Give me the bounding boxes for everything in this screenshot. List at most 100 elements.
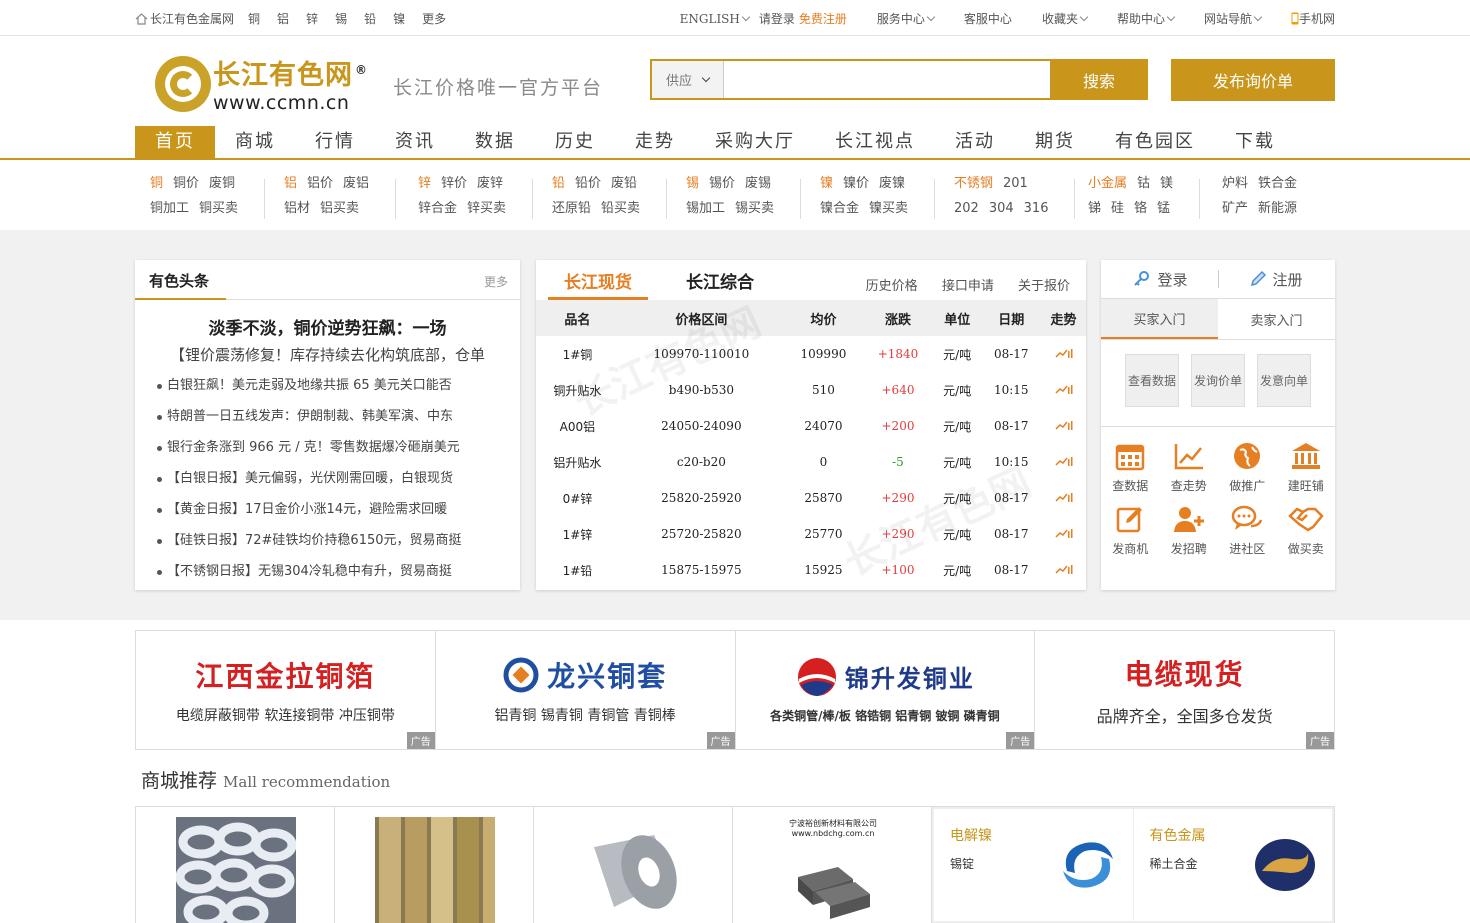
news-item[interactable]: 银行金条涨到 966 元 / 克！零售数据爆冷砸崩美元: [135, 432, 520, 463]
nav-data[interactable]: 数据: [455, 126, 535, 158]
metal-link[interactable]: 镍合金: [820, 201, 859, 216]
metal-link[interactable]: 铅买卖: [601, 201, 640, 216]
nav-futures[interactable]: 期货: [1015, 126, 1095, 158]
trend-chart-link[interactable]: [1041, 444, 1086, 480]
topbar-metal-lead[interactable]: 铅: [364, 10, 376, 27]
metal-link[interactable]: 铜加工: [150, 201, 189, 216]
register-button[interactable]: 注册: [1249, 269, 1303, 290]
tab-changjiang-spot[interactable]: 长江现货: [564, 268, 632, 293]
metal-link[interactable]: 304: [989, 201, 1014, 216]
check-data-shortcut[interactable]: 查数据: [1101, 441, 1160, 494]
login-button[interactable]: 登录: [1133, 269, 1188, 290]
metal-link[interactable]: 铝: [284, 176, 297, 191]
metal-link[interactable]: 铝买卖: [320, 201, 359, 216]
metal-link[interactable]: 铬: [1134, 201, 1147, 216]
metal-link[interactable]: 废锌: [477, 176, 503, 191]
post-job-shortcut[interactable]: 发招聘: [1160, 504, 1219, 557]
news-item[interactable]: 白银狂飙！美元走弱及地缘共振 65 美元关口能否: [135, 370, 520, 401]
history-price-link[interactable]: 历史价格: [866, 279, 918, 294]
metal-link[interactable]: 废铝: [343, 176, 369, 191]
tab-buyer-intro[interactable]: 买家入门: [1101, 299, 1218, 339]
metal-link[interactable]: 小金属: [1088, 176, 1127, 191]
news-item[interactable]: 【黄金日报】17日金价小涨14元，避险需求回暖: [135, 494, 520, 525]
register-link[interactable]: 免费注册: [799, 10, 847, 27]
metal-link[interactable]: 镍买卖: [869, 201, 908, 216]
topbar-metal-copper[interactable]: 铜: [248, 10, 260, 27]
trade-shortcut[interactable]: 做买卖: [1277, 504, 1336, 557]
metal-link[interactable]: 矿产: [1222, 201, 1248, 216]
site-logo[interactable]: 长江有色网 ® www.ccmn.cn: [155, 54, 368, 114]
topbar-metal-nickel[interactable]: 镍: [393, 10, 405, 27]
customer-service-link[interactable]: 客服中心: [964, 10, 1012, 27]
nav-purchase-hall[interactable]: 采购大厅: [695, 126, 815, 158]
news-item[interactable]: 特朗普一日五线发声：伊朗制裁、韩美军演、中东: [135, 401, 520, 432]
service-center-link[interactable]: 服务中心: [877, 10, 936, 27]
trend-chart-link[interactable]: [1041, 552, 1086, 588]
metal-link[interactable]: 锡买卖: [735, 201, 774, 216]
site-nav-link[interactable]: 网站导航: [1204, 10, 1263, 27]
metal-link[interactable]: 铅价: [575, 176, 601, 191]
metal-link[interactable]: 锌合金: [418, 201, 457, 216]
metal-link[interactable]: 铜: [150, 176, 163, 191]
metal-link[interactable]: 锌买卖: [467, 201, 506, 216]
product-card[interactable]: [534, 807, 733, 923]
metal-link[interactable]: 钴: [1137, 176, 1150, 191]
metal-link[interactable]: 不锈钢: [954, 176, 993, 191]
metal-link[interactable]: 锌: [418, 176, 431, 191]
trend-chart-link[interactable]: [1041, 408, 1086, 444]
metal-link[interactable]: 镍价: [843, 176, 869, 191]
table-row[interactable]: 1#铜 109970-110010 109990 +1840 元/吨 08-17: [536, 336, 1086, 372]
mall-category-card[interactable]: 电解镍 锡锭: [934, 809, 1134, 921]
product-card[interactable]: [335, 807, 534, 923]
metal-link[interactable]: 锌价: [441, 176, 467, 191]
metal-link[interactable]: 镍: [820, 176, 833, 191]
trend-chart-link[interactable]: [1041, 372, 1086, 408]
login-link[interactable]: 请登录: [759, 10, 795, 27]
metal-link[interactable]: 硅: [1111, 201, 1124, 216]
nav-trend[interactable]: 走势: [615, 126, 695, 158]
topbar-metal-zinc[interactable]: 锌: [306, 10, 318, 27]
product-card[interactable]: 宁波裕创新材料有限公司 www.nbdchg.com.cn: [733, 807, 932, 923]
ad-banner[interactable]: 锦升发铜业 各类铜管/棒/板 铬锆铜 铝青铜 铍铜 磷青铜 广告: [736, 631, 1036, 749]
metal-link[interactable]: 铜价: [173, 176, 199, 191]
metal-link[interactable]: 镁: [1160, 176, 1173, 191]
metal-link[interactable]: 新能源: [1258, 201, 1297, 216]
nav-viewpoint[interactable]: 长江视点: [815, 126, 935, 158]
table-row[interactable]: A00铝 24050-24090 24070 +200 元/吨 08-17: [536, 408, 1086, 444]
nav-park[interactable]: 有色园区: [1095, 126, 1215, 158]
api-apply-link[interactable]: 接口申请: [942, 279, 994, 294]
metal-link[interactable]: 锰: [1157, 201, 1170, 216]
metal-link[interactable]: 铁合金: [1258, 176, 1297, 191]
metal-link[interactable]: 废铅: [611, 176, 637, 191]
nav-news[interactable]: 资讯: [375, 126, 455, 158]
ad-banner[interactable]: 电缆现货 品牌齐全，全国多仓发货 广告: [1035, 631, 1334, 749]
topbar-metal-aluminum[interactable]: 铝: [277, 10, 289, 27]
metal-link[interactable]: 201: [1003, 176, 1028, 191]
table-row[interactable]: 0#锌 25820-25920 25870 +290 元/吨 08-17: [536, 480, 1086, 516]
metal-link[interactable]: 炉料: [1222, 176, 1248, 191]
nav-home[interactable]: 首页: [135, 126, 215, 158]
promotion-shortcut[interactable]: 做推广: [1218, 441, 1277, 494]
view-data-button[interactable]: 查看 数据: [1125, 354, 1179, 407]
table-row[interactable]: 铜升贴水 b490-b530 510 +640 元/吨 10:15: [536, 372, 1086, 408]
metal-link[interactable]: 铅: [552, 176, 565, 191]
metal-link[interactable]: 锑: [1088, 201, 1101, 216]
post-opportunity-shortcut[interactable]: 发商机: [1101, 504, 1160, 557]
search-button[interactable]: 搜索: [1050, 59, 1148, 100]
topbar-metal-more[interactable]: 更多: [422, 10, 446, 27]
nav-market[interactable]: 行情: [295, 126, 375, 158]
metal-link[interactable]: 铜买卖: [199, 201, 238, 216]
mall-category-card[interactable]: 有色金属 稀土合金: [1134, 809, 1333, 921]
metal-link[interactable]: 铝价: [307, 176, 333, 191]
favorites-link[interactable]: 收藏夹: [1042, 10, 1089, 27]
trend-chart-link[interactable]: [1041, 516, 1086, 552]
metal-link[interactable]: 锡: [686, 176, 699, 191]
metal-link[interactable]: 还原铅: [552, 201, 591, 216]
search-type-select[interactable]: 供应: [652, 61, 724, 98]
news-headline[interactable]: 淡季不淡，铜价逆势狂飙：一场: [135, 314, 520, 339]
search-input[interactable]: [724, 61, 1050, 98]
about-quote-link[interactable]: 关于报价: [1018, 279, 1070, 294]
table-row[interactable]: 铝升贴水 c20-b20 0 -5 元/吨 10:15: [536, 444, 1086, 480]
metal-link[interactable]: 锡价: [709, 176, 735, 191]
metal-link[interactable]: 废镍: [879, 176, 905, 191]
